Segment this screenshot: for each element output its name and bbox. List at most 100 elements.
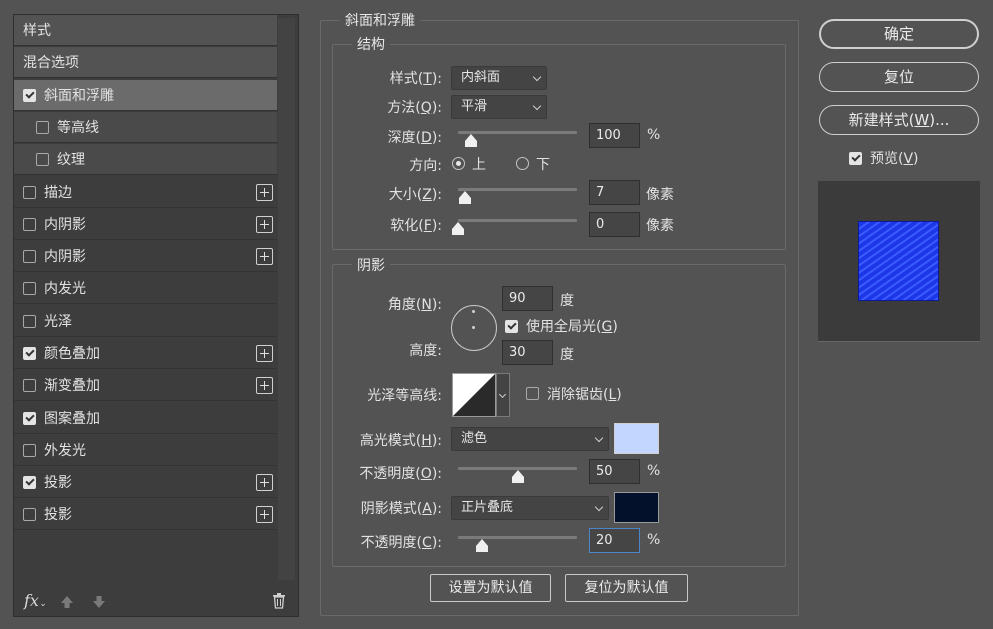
gloss-contour-label: 光泽等高线:: [367, 388, 442, 404]
style-item-checkbox[interactable]: [23, 185, 36, 199]
shadow-mode-select[interactable]: 正片叠底: [451, 496, 609, 520]
style-list-item[interactable]: 混合选项: [14, 47, 277, 78]
add-effect-plus-icon[interactable]: [256, 345, 273, 362]
make-default-button[interactable]: 设置为默认值: [430, 574, 551, 602]
style-list-item[interactable]: 投影: [14, 467, 277, 498]
technique-value: 平滑: [461, 99, 488, 114]
style-list-item[interactable]: 内阴影: [14, 241, 277, 272]
add-effect-plus-icon[interactable]: [256, 248, 273, 265]
reset-default-button[interactable]: 复位为默认值: [565, 574, 688, 602]
style-item-checkbox[interactable]: [23, 314, 36, 328]
trash-icon[interactable]: [272, 593, 286, 609]
new-style-button[interactable]: 新建样式(W)...: [819, 105, 979, 135]
soften-label: 软化(F):: [390, 218, 442, 234]
move-up-icon[interactable]: [60, 595, 74, 609]
move-down-icon[interactable]: [92, 595, 106, 609]
style-item-checkbox[interactable]: [23, 475, 36, 489]
highlight-mode-value: 滤色: [461, 431, 488, 446]
soften-slider[interactable]: [458, 219, 577, 222]
shadow-opacity-thumb[interactable]: [475, 539, 488, 552]
gloss-contour-preview[interactable]: [452, 373, 496, 417]
style-item-label: 样式: [23, 23, 51, 39]
chevron-down-icon: [498, 390, 507, 399]
add-effect-plus-icon[interactable]: [256, 377, 273, 394]
style-list-item[interactable]: 投影: [14, 499, 277, 530]
add-effect-plus-icon[interactable]: [256, 184, 273, 201]
shadow-opacity-input[interactable]: 20: [589, 528, 640, 553]
altitude-label: 高度:: [409, 343, 442, 359]
style-item-checkbox[interactable]: [36, 120, 49, 134]
style-list-item[interactable]: 光泽: [14, 306, 277, 337]
style-item-checkbox[interactable]: [23, 249, 36, 263]
style-item-label: 描边: [44, 185, 72, 201]
style-item-checkbox[interactable]: [23, 378, 36, 392]
ok-button[interactable]: 确定: [819, 19, 979, 49]
highlight-opacity-thumb[interactable]: [511, 470, 524, 483]
size-slider-thumb[interactable]: [459, 191, 472, 204]
add-effect-plus-icon[interactable]: [256, 474, 273, 491]
style-list-item[interactable]: 内发光: [14, 273, 277, 304]
style-item-label: 内阴影: [44, 217, 86, 233]
size-input[interactable]: 7: [589, 180, 640, 205]
style-list-item[interactable]: 图案叠加: [14, 403, 277, 434]
style-item-checkbox[interactable]: [36, 152, 49, 166]
shadow-color-swatch[interactable]: [614, 492, 659, 523]
highlight-opacity-input[interactable]: 50: [589, 459, 640, 484]
style-list-item[interactable]: 描边: [14, 177, 277, 208]
shading-title: 阴影: [352, 255, 390, 275]
chevron-down-icon: [532, 72, 542, 82]
style-item-checkbox[interactable]: [23, 346, 36, 360]
angle-dial-marker: [472, 310, 475, 313]
bevel-emboss-title: 斜面和浮雕: [340, 10, 420, 30]
depth-input[interactable]: 100: [589, 123, 640, 148]
size-slider[interactable]: [458, 188, 577, 191]
angle-dial[interactable]: [451, 305, 497, 351]
style-list-item[interactable]: 样式: [14, 15, 277, 46]
style-list-item[interactable]: 颜色叠加: [14, 338, 277, 369]
depth-slider-thumb[interactable]: [465, 134, 478, 147]
style-list-item[interactable]: 斜面和浮雕: [14, 80, 277, 111]
style-item-label: 颜色叠加: [44, 346, 100, 362]
technique-select[interactable]: 平滑: [451, 95, 547, 119]
add-effect-plus-icon[interactable]: [256, 216, 273, 233]
depth-label: 深度(D):: [387, 130, 442, 146]
styles-list-scrollbar[interactable]: [278, 18, 295, 580]
fx-label: fx: [24, 591, 39, 610]
style-item-label: 投影: [44, 475, 72, 491]
style-list-item[interactable]: 内阴影: [14, 209, 277, 240]
style-list-item[interactable]: 等高线: [14, 112, 277, 143]
gloss-contour-dropdown[interactable]: [496, 373, 510, 417]
soften-input[interactable]: 0: [589, 212, 640, 237]
anti-alias-checkbox[interactable]: [526, 387, 539, 400]
preview-checkbox[interactable]: [849, 152, 862, 165]
style-label: 样式(T):: [389, 71, 442, 87]
style-item-checkbox[interactable]: [23, 281, 36, 295]
altitude-input[interactable]: 30: [502, 340, 553, 365]
style-item-label: 斜面和浮雕: [44, 88, 114, 104]
anti-alias-label: 消除锯齿(L): [547, 387, 622, 403]
angle-dial-center: [472, 326, 475, 329]
style-item-checkbox[interactable]: [23, 88, 36, 102]
highlight-mode-select[interactable]: 滤色: [451, 427, 609, 451]
shadow-mode-value: 正片叠底: [461, 500, 514, 515]
style-item-checkbox[interactable]: [23, 443, 36, 457]
fx-button[interactable]: fx⌄: [24, 591, 47, 610]
soften-slider-thumb[interactable]: [452, 222, 464, 235]
style-item-label: 内阴影: [44, 249, 86, 265]
style-item-checkbox[interactable]: [23, 217, 36, 231]
direction-down-radio[interactable]: [516, 157, 529, 170]
bevel-style-select[interactable]: 内斜面: [451, 66, 547, 90]
style-list-item[interactable]: 纹理: [14, 144, 277, 175]
angle-input[interactable]: 90: [502, 286, 553, 311]
size-label: 大小(Z):: [388, 187, 442, 203]
add-effect-plus-icon[interactable]: [256, 506, 273, 523]
style-item-checkbox[interactable]: [23, 507, 36, 521]
global-light-checkbox[interactable]: [505, 320, 518, 333]
direction-up-radio[interactable]: [452, 157, 465, 170]
style-list-item[interactable]: 渐变叠加: [14, 370, 277, 401]
style-list-item[interactable]: 外发光: [14, 435, 277, 466]
preview-label: 预览(V): [870, 151, 919, 167]
reset-button[interactable]: 复位: [819, 62, 979, 92]
highlight-color-swatch[interactable]: [614, 423, 659, 454]
style-item-checkbox[interactable]: [23, 411, 36, 425]
